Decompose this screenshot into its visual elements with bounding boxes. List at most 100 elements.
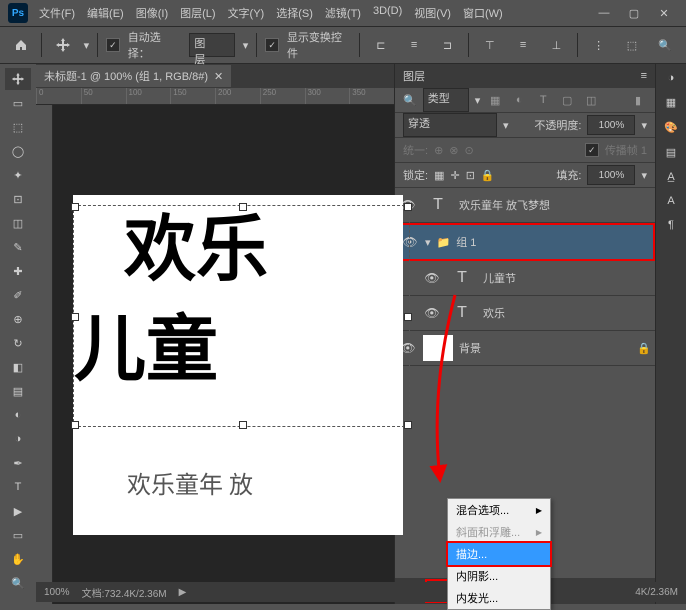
eraser-tool[interactable]: ◧ xyxy=(5,356,31,378)
filter-shape-icon[interactable]: ▢ xyxy=(558,91,576,109)
text-tool[interactable]: T xyxy=(5,476,31,498)
zoom-level[interactable]: 100% xyxy=(44,587,70,598)
menu-3D(D)[interactable]: 3D(D) xyxy=(368,3,407,23)
filter-kind-dropdown[interactable]: 类型 xyxy=(423,88,469,112)
filter-text-icon[interactable]: T xyxy=(534,91,552,109)
filter-pixel-icon[interactable]: ▦ xyxy=(486,91,504,109)
lock-icon[interactable]: 🔒 xyxy=(637,342,651,355)
layer-row[interactable]: 👁T儿童节 xyxy=(395,261,655,296)
pen-tool[interactable]: ✒ xyxy=(5,452,31,474)
layer-name[interactable]: 欢乐童年 放飞梦想 xyxy=(459,197,651,213)
menu-选择(S)[interactable]: 选择(S) xyxy=(271,3,318,23)
unify-visibility-icon[interactable]: ⊗ xyxy=(449,144,458,157)
fx-menu-item[interactable]: 内阴影... xyxy=(448,565,550,587)
move-tool[interactable] xyxy=(5,68,31,90)
eyedropper-tool[interactable]: ✎ xyxy=(5,236,31,258)
layer-row[interactable]: 👁T欢乐童年 放飞梦想 xyxy=(395,188,655,223)
hand-tool[interactable]: ✋ xyxy=(5,548,31,570)
path-select-tool[interactable]: ▶ xyxy=(5,500,31,522)
menu-窗口(W)[interactable]: 窗口(W) xyxy=(458,3,508,23)
menu-编辑(E)[interactable]: 编辑(E) xyxy=(82,3,129,23)
align-right-icon[interactable]: ⊐ xyxy=(435,32,460,58)
lock-all-icon[interactable]: 🔒 xyxy=(481,169,495,182)
blur-tool[interactable]: ◐ xyxy=(5,404,31,426)
brush-tool[interactable]: ✐ xyxy=(5,284,31,306)
unify-style-icon[interactable]: ⊙ xyxy=(465,144,474,157)
ruler-horizontal[interactable]: 050100150200250300350 xyxy=(36,88,394,105)
3d-mode-icon[interactable]: ⬚ xyxy=(619,32,644,58)
lock-pixels-icon[interactable]: ▦ xyxy=(434,169,444,182)
marquee-tool[interactable]: ⬚ xyxy=(5,116,31,138)
filter-adjust-icon[interactable]: ◐ xyxy=(510,91,528,109)
search-icon[interactable]: 🔍 xyxy=(403,94,417,107)
fx-menu-item[interactable]: 内发光... xyxy=(448,587,550,609)
filter-toggle[interactable]: ▮ xyxy=(629,91,647,109)
layer-name[interactable]: 欢乐 xyxy=(483,305,651,321)
unify-position-icon[interactable]: ⊕ xyxy=(434,144,443,157)
filter-smart-icon[interactable]: ◫ xyxy=(582,91,600,109)
move-tool-icon[interactable] xyxy=(50,32,75,58)
align-middle-icon[interactable]: ≡ xyxy=(510,32,535,58)
fill-value[interactable]: 100% xyxy=(587,165,635,185)
libraries-panel-icon[interactable]: 🎨 xyxy=(664,121,678,134)
auto-select-checkbox[interactable] xyxy=(106,38,120,52)
transform-box[interactable]: 欢乐 儿童 xyxy=(73,205,410,427)
layer-row[interactable]: 👁T欢乐 xyxy=(395,296,655,331)
quick-select-tool[interactable]: ✦ xyxy=(5,164,31,186)
stamp-tool[interactable]: ⊕ xyxy=(5,308,31,330)
align-bottom-icon[interactable]: ⊥ xyxy=(544,32,569,58)
artboard-tool[interactable]: ▭ xyxy=(5,92,31,114)
layer-name[interactable]: 组 1 xyxy=(456,234,649,250)
menu-图层(L)[interactable]: 图层(L) xyxy=(175,3,220,23)
menu-滤镜(T)[interactable]: 滤镜(T) xyxy=(320,3,366,23)
menu-图像(I)[interactable]: 图像(I) xyxy=(131,3,173,23)
adjustments-panel-icon[interactable]: ▤ xyxy=(666,146,676,159)
crop-tool[interactable]: ⊡ xyxy=(5,188,31,210)
visibility-icon[interactable]: 👁 xyxy=(423,271,441,285)
layer-name[interactable]: 儿童节 xyxy=(483,270,651,286)
auto-select-dropdown[interactable]: 图层 xyxy=(189,33,234,57)
fx-menu-item[interactable]: 描边... xyxy=(446,541,552,567)
minimize-button[interactable]: — xyxy=(590,3,618,23)
fx-menu-item[interactable]: 混合选项...▶ xyxy=(448,499,550,521)
menu-文字(Y)[interactable]: 文字(Y) xyxy=(223,3,270,23)
ruler-vertical[interactable] xyxy=(36,105,53,604)
close-button[interactable]: ✕ xyxy=(650,3,678,23)
distribute-icon[interactable]: ⋮ xyxy=(586,32,611,58)
panel-menu-icon[interactable]: ≡ xyxy=(641,70,647,82)
search-icon[interactable]: 🔍 xyxy=(653,32,678,58)
lock-position-icon[interactable]: ✛ xyxy=(450,169,459,182)
show-transform-checkbox[interactable] xyxy=(265,38,279,52)
maximize-button[interactable]: ▢ xyxy=(620,3,648,23)
lock-artboard-icon[interactable]: ⊡ xyxy=(466,169,475,182)
home-icon[interactable] xyxy=(8,32,33,58)
canvas[interactable]: 欢乐 儿童 欢乐童年 放 xyxy=(53,105,394,604)
healing-tool[interactable]: ✚ xyxy=(5,260,31,282)
gradient-tool[interactable]: ▤ xyxy=(5,380,31,402)
document-tab[interactable]: 未标题-1 @ 100% (组 1, RGB/8#) ✕ xyxy=(36,65,231,87)
zoom-tool[interactable]: 🔍 xyxy=(5,572,31,594)
rectangle-tool[interactable]: ▭ xyxy=(5,524,31,546)
glyphs-panel-icon[interactable]: A̲ xyxy=(667,171,674,183)
swatches-panel-icon[interactable]: ▦ xyxy=(666,96,676,109)
dodge-tool[interactable]: ◑ xyxy=(5,428,31,450)
color-panel-icon[interactable]: ◑ xyxy=(668,72,675,84)
layer-row[interactable]: 👁▾📁组 1 xyxy=(395,223,655,261)
blend-mode-dropdown[interactable]: 穿透 xyxy=(403,113,497,137)
opacity-value[interactable]: 100% xyxy=(587,115,635,135)
layer-row[interactable]: 👁背景🔒 xyxy=(395,331,655,366)
visibility-icon[interactable]: 👁 xyxy=(423,306,441,320)
frame-tool[interactable]: ◫ xyxy=(5,212,31,234)
align-top-icon[interactable]: ⊤ xyxy=(477,32,502,58)
character-panel-icon[interactable]: A xyxy=(667,195,674,207)
paragraph-panel-icon[interactable]: ¶ xyxy=(668,219,674,231)
align-center-h-icon[interactable]: ≡ xyxy=(401,32,426,58)
align-left-icon[interactable]: ⊏ xyxy=(368,32,393,58)
propagate-checkbox[interactable] xyxy=(585,143,599,157)
layer-name[interactable]: 背景 xyxy=(459,340,631,356)
lasso-tool[interactable]: ◯ xyxy=(5,140,31,162)
menu-文件(F)[interactable]: 文件(F) xyxy=(34,3,80,23)
menu-视图(V)[interactable]: 视图(V) xyxy=(409,3,456,23)
close-tab-icon[interactable]: ✕ xyxy=(214,70,223,83)
history-brush-tool[interactable]: ↻ xyxy=(5,332,31,354)
